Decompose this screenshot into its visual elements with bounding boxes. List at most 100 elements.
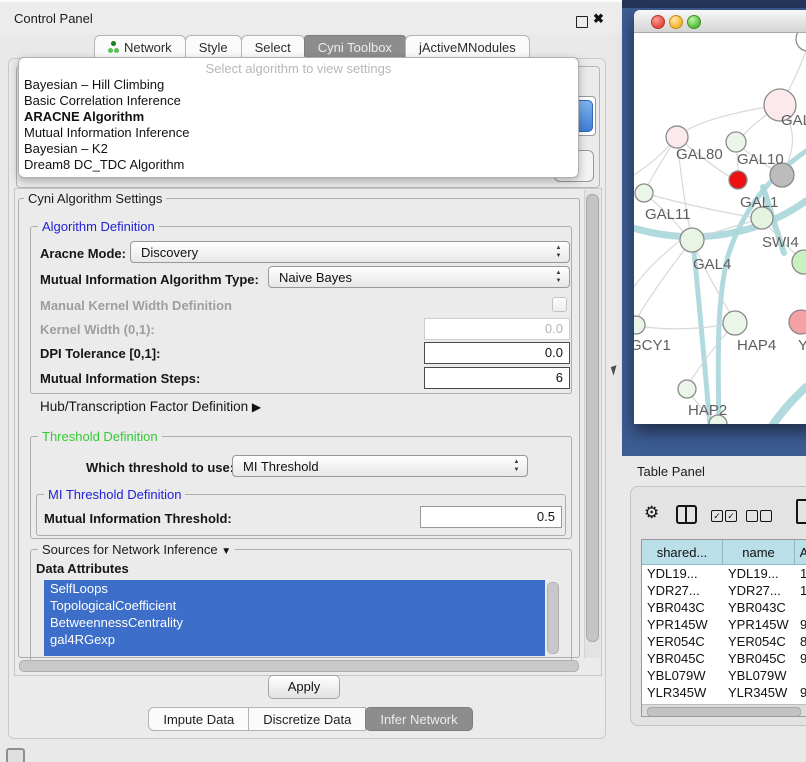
node-gcy1[interactable] <box>634 316 645 334</box>
data-attributes-label: Data Attributes <box>36 561 129 576</box>
screen: Control Panel ✖ NetworkStyleSelectCyni T… <box>0 0 806 762</box>
algorithm-option-aracne-algorithm[interactable]: ARACNE Algorithm <box>19 109 578 125</box>
tab-cyni-toolbox[interactable]: Cyni Toolbox <box>304 35 406 58</box>
algorithm-option-dream8-dc-tdc-algorithm[interactable]: Dream8 DC_TDC Algorithm <box>19 157 578 173</box>
tab-jactivemnodules[interactable]: jActiveMNodules <box>405 35 530 58</box>
network-graph[interactable]: GALGAL80GAL10GAL11GAL1SWI4GAL4GCY1HAP4YH… <box>634 33 806 424</box>
dpi-tolerance-field[interactable]: 0.0 <box>424 342 570 364</box>
table-cell: YPR145W <box>642 616 723 633</box>
algorithm-option-bayesian-hill-climbing[interactable]: Bayesian – Hill Climbing <box>19 77 578 93</box>
algorithm-option-mutual-information-inference[interactable]: Mutual Information Inference <box>19 125 578 141</box>
gear-icon[interactable]: ⚙ <box>644 503 659 523</box>
node-gal10[interactable] <box>726 132 746 152</box>
window-title: Control Panel <box>14 11 93 26</box>
table-row[interactable]: YBR045CYBR045C9. <box>642 650 806 667</box>
close-window-icon[interactable]: ✖ <box>593 11 604 27</box>
hub-definition-toggle[interactable]: Hub/Transcription Factor Definition ▶ <box>40 399 261 414</box>
table-row[interactable]: YDR27...YDR27...12 <box>642 582 806 599</box>
attributes-list-scrollbar[interactable] <box>547 582 559 654</box>
table-row[interactable]: YBR043CYBR043C <box>642 599 806 616</box>
tab-label: jActiveMNodules <box>419 40 516 55</box>
bottom-tab-row: Impute DataDiscretize DataInfer Network <box>10 707 610 731</box>
node-label-gal80: GAL80 <box>676 146 723 163</box>
settings-hscrollbar[interactable] <box>19 660 579 672</box>
column-header-shared-[interactable]: shared... <box>642 540 723 564</box>
checked-box-icon[interactable]: ✓ <box>725 510 737 522</box>
node-gal11[interactable] <box>635 184 653 202</box>
table-row[interactable]: YIL052CYIL052C0 <box>642 701 806 703</box>
column-header-a[interactable]: A <box>795 540 806 564</box>
node-partial-top[interactable] <box>796 33 806 51</box>
attribute-item-cut <box>44 648 545 656</box>
algorithm-option-basic-correlation-inference[interactable]: Basic Correlation Inference <box>19 93 578 109</box>
table-row[interactable]: YER054CYER054C8. <box>642 633 806 650</box>
manual-kernel-checkbox[interactable] <box>552 297 567 312</box>
apply-button[interactable]: Apply <box>268 675 340 699</box>
node-label-swi4: SWI4 <box>762 234 799 251</box>
which-threshold-select[interactable]: MI Threshold ▲▼ <box>232 455 528 477</box>
attribute-item-gal4rgexp[interactable]: gal4RGexp <box>44 631 545 648</box>
table-row[interactable]: YLR345WYLR345W9. <box>642 684 806 701</box>
table-row[interactable]: YPR145WYPR145W9. <box>642 616 806 633</box>
table-row[interactable]: YBL079WYBL079W <box>642 667 806 684</box>
table-hscrollbar[interactable] <box>642 704 806 717</box>
algorithm-prompt: Select algorithm to view settings <box>19 61 578 77</box>
node-y-node[interactable] <box>789 310 806 334</box>
stepper-icon[interactable]: ▲▼ <box>553 244 564 260</box>
node-swi4[interactable] <box>792 250 806 274</box>
node-label-gcy1: GCY1 <box>634 337 671 354</box>
stepper-icon[interactable]: ▲▼ <box>511 458 522 474</box>
table-cell: YER054C <box>723 633 795 650</box>
collapse-down-icon[interactable]: ▼ <box>221 546 231 557</box>
split-column-icon[interactable] <box>676 505 697 524</box>
tab-select[interactable]: Select <box>241 35 305 58</box>
kernel-width-field[interactable]: 0.0 <box>424 318 570 340</box>
table-hscrollbar-thumb[interactable] <box>647 707 801 717</box>
which-threshold-label: Which threshold to use: <box>86 460 234 475</box>
network-canvas[interactable]: GALGAL80GAL10GAL11GAL1SWI4GAL4GCY1HAP4YH… <box>634 33 806 424</box>
unchecked-box-icon[interactable] <box>760 510 772 522</box>
table-cell: YDL19... <box>642 565 723 582</box>
attribute-item-selfloops[interactable]: SelfLoops <box>44 580 545 597</box>
column-header-name[interactable]: name <box>723 540 795 564</box>
stepper-icon[interactable]: ▲▼ <box>553 269 564 285</box>
minimized-panel-icon[interactable] <box>6 748 25 762</box>
expand-right-icon[interactable]: ▶ <box>252 400 261 414</box>
tab-network[interactable]: Network <box>94 35 186 58</box>
network-icon <box>108 41 119 53</box>
table-row[interactable]: YDL19...YDL19...13 <box>642 565 806 582</box>
mi-algorithm-type-select[interactable]: Naive Bayes ▲▼ <box>268 266 570 288</box>
file-icon[interactable] <box>796 499 806 524</box>
restore-window-icon[interactable] <box>576 16 588 28</box>
tab-infer-network[interactable]: Infer Network <box>365 707 472 731</box>
node-selected-red[interactable] <box>729 171 747 189</box>
mi-threshold-field[interactable]: 0.5 <box>420 506 562 528</box>
attribute-item-topologicalcoefficient[interactable]: TopologicalCoefficient <box>44 597 545 614</box>
close-traffic-light-icon[interactable] <box>651 15 665 29</box>
zoom-traffic-light-icon[interactable] <box>687 15 701 29</box>
aracne-mode-select[interactable]: Discovery ▲▼ <box>130 241 570 263</box>
network-window-titlebar[interactable] <box>634 10 806 33</box>
table-cell: YIL052C <box>642 701 723 703</box>
tab-discretize-data[interactable]: Discretize Data <box>248 707 366 731</box>
network-view-window[interactable]: GALGAL80GAL10GAL11GAL1SWI4GAL4GCY1HAP4YH… <box>634 10 806 424</box>
node-hap4[interactable] <box>723 311 747 335</box>
algorithm-option-bayesian-k2[interactable]: Bayesian – K2 <box>19 141 578 157</box>
attribute-item-betweennesscentrality[interactable]: BetweennessCentrality <box>44 614 545 631</box>
node-gal4[interactable] <box>680 228 704 252</box>
minimize-traffic-light-icon[interactable] <box>669 15 683 29</box>
settings-vscrollbar-thumb[interactable] <box>586 194 599 642</box>
network-edge <box>634 238 682 301</box>
node-gal80[interactable] <box>666 126 688 148</box>
tab-style[interactable]: Style <box>185 35 242 58</box>
checked-box-icon[interactable]: ✓ <box>711 510 723 522</box>
unchecked-box-icon[interactable] <box>746 510 758 522</box>
node-hap2[interactable] <box>678 380 696 398</box>
node-label-y: Y <box>798 337 806 354</box>
table-cell: YIL052C <box>723 701 795 703</box>
tab-impute-data[interactable]: Impute Data <box>148 707 249 731</box>
mouse-cursor <box>611 365 619 375</box>
mi-steps-field[interactable]: 6 <box>424 367 570 389</box>
node-table: shared...nameA YDL19...YDL19...13YDR27..… <box>641 539 806 717</box>
sources-toggle[interactable]: Sources for Network Inference ▼ <box>38 542 235 557</box>
